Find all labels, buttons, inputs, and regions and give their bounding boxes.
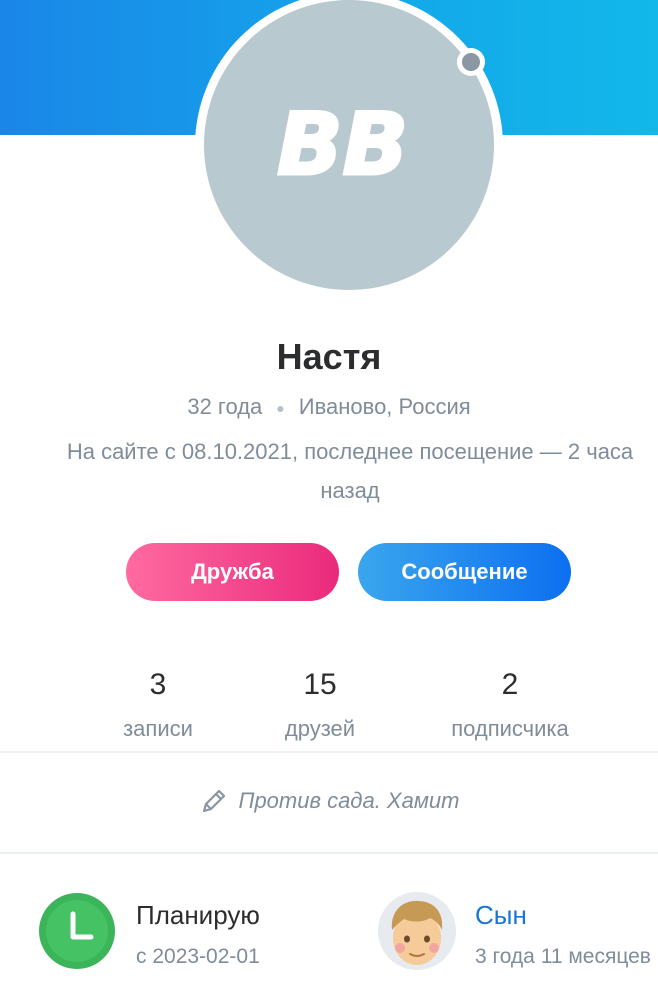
svg-text:BB: BB	[277, 104, 408, 186]
pencil-icon	[202, 789, 225, 813]
stat-friends-count: 15	[303, 668, 337, 701]
profile-meta: 32 года ● Иваново, Россия	[0, 394, 658, 420]
status-line: Против сада. Хамит	[0, 786, 658, 816]
friend-button[interactable]: Дружба	[126, 543, 339, 601]
stat-followers[interactable]: 2 подписчика	[400, 668, 620, 742]
clock-icon	[39, 893, 115, 969]
stat-friends[interactable]: 15 друзей	[210, 668, 430, 742]
stat-followers-count: 2	[501, 668, 519, 701]
divider	[0, 751, 658, 753]
divider	[0, 852, 658, 854]
avatar-monogram-logo: BB	[277, 104, 410, 186]
message-button[interactable]: Сообщение	[358, 543, 571, 601]
stat-friends-label: друзей	[284, 716, 356, 741]
child-link[interactable]: Сын	[475, 900, 527, 931]
stat-followers-label: подписчика	[451, 716, 569, 741]
boy-avatar-icon[interactable]	[378, 892, 456, 970]
plan-date: с 2023-02-01	[136, 945, 260, 968]
profile-name: Настя	[276, 336, 382, 377]
status-text: Против сада. Хамит	[238, 788, 460, 813]
plan-title: Планирую	[136, 900, 260, 930]
last-seen-text: На сайте с 08.10.2021, последнее посещен…	[66, 439, 634, 503]
profile-location: Иваново, Россия	[298, 394, 471, 419]
online-status-dot	[457, 48, 485, 76]
child-age: 3 года 11 месяцев	[475, 945, 651, 968]
profile-age: 32 года	[187, 394, 263, 419]
separator-dot: ●	[276, 400, 285, 417]
